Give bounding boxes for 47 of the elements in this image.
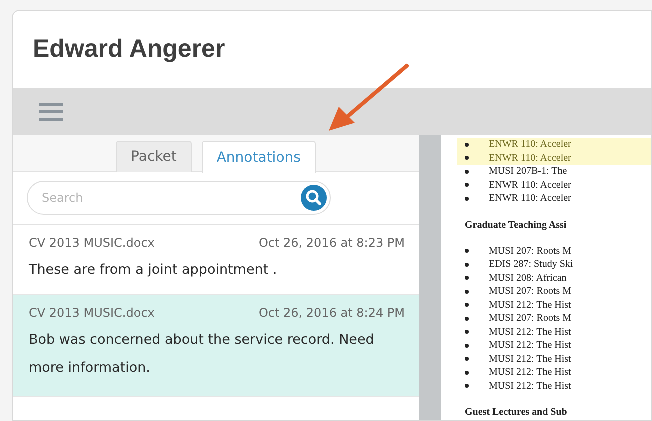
bullet-icon — [465, 357, 469, 362]
document-heading: Graduate Teaching Assi — [465, 220, 568, 230]
search-icon[interactable] — [301, 185, 327, 211]
document-line: MUSI 212: The Hist — [489, 367, 572, 378]
window-title: Edward Angerer — [33, 35, 226, 64]
bullet-icon — [465, 370, 469, 375]
document-line: EDIS 287: Study Ski — [489, 259, 574, 270]
annotation-text: These are from a joint appointment . — [29, 261, 278, 280]
bullet-icon — [465, 249, 469, 254]
document-line: MUSI 212: The Hist — [489, 354, 572, 365]
file-name: CV 2013 MUSIC.docx — [29, 236, 155, 250]
document-line: ENWR 110: Acceler — [489, 180, 572, 191]
document-line: ENWR 110: Acceler — [489, 152, 572, 164]
menu-icon[interactable] — [39, 102, 63, 120]
bullet-icon — [465, 156, 469, 160]
tab[interactable]: Annotations — [202, 141, 316, 173]
document-line: MUSI 207: Roots M — [489, 246, 572, 257]
bullet-icon — [465, 262, 469, 267]
document-line: MUSI 212: The Hist — [489, 340, 572, 352]
file-name: CV 2013 MUSIC.docx — [29, 306, 155, 320]
bullet-icon — [465, 316, 469, 321]
bullet-icon — [465, 196, 469, 201]
document-line: MUSI 207B-1: The — [489, 166, 568, 178]
bullet-icon — [465, 344, 469, 348]
document-line: MUSI 207: Roots M — [489, 286, 572, 298]
bullet-icon — [465, 142, 469, 147]
bullet-icon — [465, 303, 469, 308]
document-line: ENWR 110: Acceler — [489, 139, 572, 150]
bullet-icon — [465, 290, 469, 294]
annotation-item[interactable]: CV 2013 MUSIC.docx Oct 26, 2016 at 8:24 PM Bob was concerned about the service record. Need more information. — [13, 295, 419, 397]
timestamp: Oct 26, 2016 at 8:23 PM — [258, 236, 405, 250]
bullet-icon — [465, 170, 469, 174]
document-line: MUSI 212: The Hist — [489, 326, 572, 338]
document-line: MUSI 208: African — [489, 272, 567, 284]
document-line: MUSI 207: Roots M — [489, 313, 572, 324]
bullet-icon — [465, 330, 469, 334]
bullet-icon — [465, 183, 469, 188]
annotation-text: Bob was concerned about the service record. Need more information. — [29, 331, 376, 378]
document-heading: Guest Lectures and Sub — [465, 407, 568, 418]
search-field[interactable]: Search — [27, 181, 331, 215]
bullet-icon — [465, 384, 469, 388]
bullet-icon — [465, 276, 469, 280]
document-line: MUSI 212: The Hist — [489, 300, 572, 311]
document-line: MUSI 212: The Hist — [489, 380, 572, 392]
tab[interactable]: Packet — [116, 141, 192, 172]
document-line: ENWR 110: Acceler — [489, 193, 572, 204]
timestamp: Oct 26, 2016 at 8:24 PM — [258, 306, 405, 320]
